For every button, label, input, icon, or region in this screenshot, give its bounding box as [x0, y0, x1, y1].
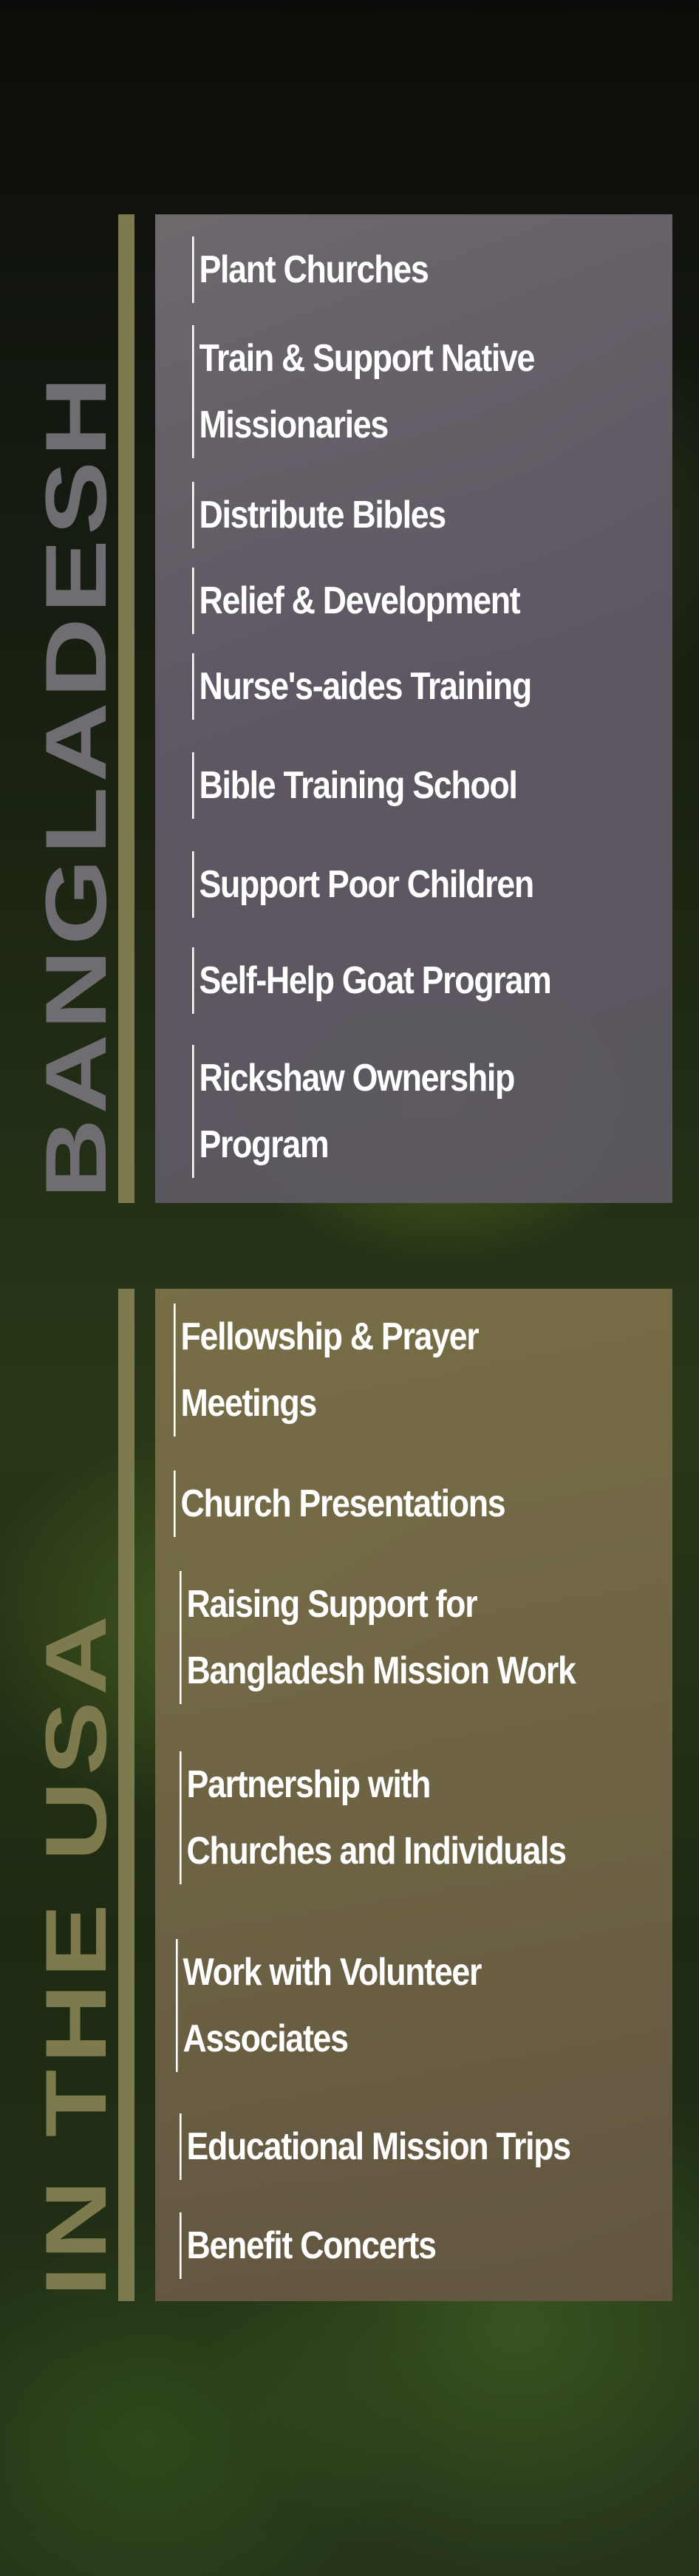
list-item-line: Train & Support Native	[199, 337, 535, 380]
list-item-line: Benefit Concerts	[186, 2224, 436, 2267]
list-item: Church Presentations	[174, 1471, 506, 1537]
list-item-line: Church Presentations	[180, 1482, 505, 1525]
list-item-line: Support Poor Children	[199, 863, 534, 906]
list-item: Plant Churches	[192, 236, 429, 303]
list-item-line: Distribute Bibles	[199, 494, 446, 536]
list-item: Fellowship & Prayer Meetings	[174, 1304, 480, 1437]
list-item-line: Work with Volunteer	[183, 1951, 482, 1994]
list-item: Benefit Concerts	[180, 2212, 437, 2279]
list-item: Work with Volunteer Associates	[176, 1939, 482, 2072]
list-item: Partnership with Churches and Individuals	[180, 1751, 567, 1884]
list-item-line: Meetings	[180, 1382, 317, 1425]
list-item: Support Poor Children	[192, 851, 534, 918]
list-item-line: Associates	[183, 2017, 349, 2060]
list-item: Educational Mission Trips	[180, 2113, 571, 2180]
list-item: Distribute Bibles	[192, 482, 446, 548]
list-item: Nurse's-aides Training	[192, 653, 532, 720]
list-item: Self-Help Goat Program	[192, 947, 552, 1014]
list-item-line: Program	[199, 1123, 329, 1166]
list-item-line: Nurse's-aides Training	[199, 665, 532, 708]
list-item-line: Churches and Individuals	[186, 1830, 567, 1873]
list-item-line: Partnership with	[186, 1763, 431, 1806]
bangladesh-title: BANGLADESH	[27, 372, 125, 1199]
usa-title-area: IN THE USA	[0, 1289, 126, 2301]
list-item-line: Plant Churches	[199, 248, 429, 291]
list-item: Bible Training School	[192, 752, 518, 819]
list-item-line: Rickshaw Ownership	[199, 1057, 515, 1100]
list-item-line: Self-Help Goat Program	[199, 959, 551, 1002]
list-item-line: Bible Training School	[199, 764, 517, 807]
list-item-line: Raising Support for	[186, 1583, 477, 1626]
usa-panel: Fellowship & Prayer Meetings Church Prese…	[155, 1289, 672, 2301]
list-item-line: Bangladesh Mission Work	[186, 1649, 576, 1692]
usa-title: IN THE USA	[27, 1609, 125, 2297]
list-item: Raising Support for Bangladesh Mission Wo…	[180, 1571, 576, 1704]
list-item-line: Educational Mission Trips	[186, 2125, 571, 2168]
list-item-line: Fellowship & Prayer	[180, 1315, 479, 1358]
list-item-line: Relief & Development	[199, 579, 520, 622]
list-item: Rickshaw Ownership Program	[192, 1045, 515, 1178]
list-item-line: Missionaries	[199, 403, 389, 446]
bangladesh-title-area: BANGLADESH	[0, 214, 126, 1203]
bangladesh-panel: Plant Churches Train & Support Native Mis…	[155, 214, 672, 1203]
list-item: Train & Support Native Missionaries	[192, 325, 535, 458]
list-item: Relief & Development	[192, 568, 521, 634]
